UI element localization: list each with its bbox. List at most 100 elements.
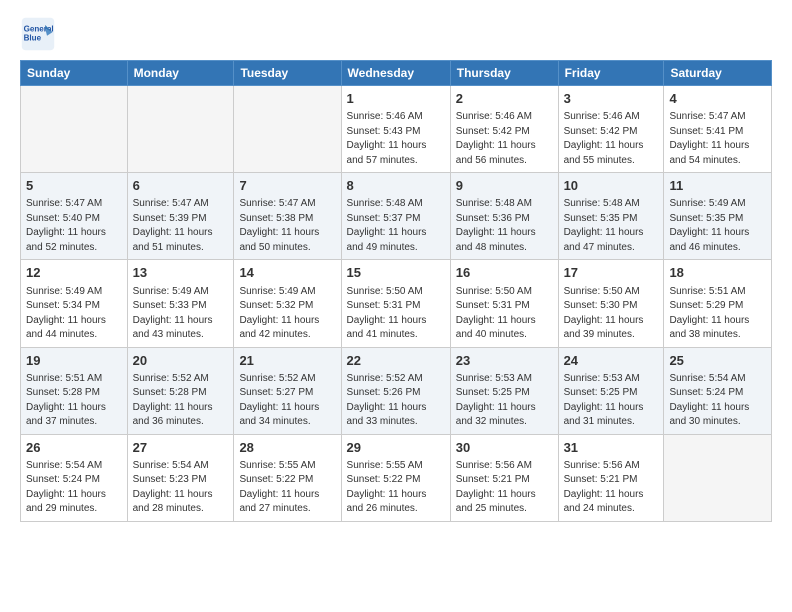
- calendar-week-5: 26 Sunrise: 5:54 AM Sunset: 5:24 PM Dayli…: [21, 434, 772, 521]
- day-info: Sunrise: 5:46 AM Sunset: 5:42 PM Dayligh…: [564, 110, 659, 168]
- day-info: Sunrise: 5:49 AM Sunset: 5:32 PM Dayligh…: [239, 285, 335, 343]
- calendar-cell: 24Sunrise: 5:53 AM Sunset: 5:25 PM Dayli…: [558, 347, 664, 434]
- day-number: 9: [456, 177, 553, 195]
- day-number: 22: [347, 352, 445, 370]
- calendar-cell: 6 Sunrise: 5:47 AM Sunset: 5:39 PM Daylig…: [127, 173, 234, 260]
- day-number: 4: [669, 90, 766, 108]
- calendar-cell: 16 Sunrise: 5:50 AM Sunset: 5:31 PM Dayli…: [450, 260, 558, 347]
- col-header-saturday: Saturday: [664, 61, 772, 86]
- day-number: 15: [347, 264, 445, 282]
- day-number: 3: [564, 90, 659, 108]
- calendar-cell: 8 Sunrise: 5:48 AM Sunset: 5:37 PM Daylig…: [341, 173, 450, 260]
- calendar-cell: 2 Sunrise: 5:46 AM Sunset: 5:42 PM Daylig…: [450, 86, 558, 173]
- calendar-cell: 3 Sunrise: 5:46 AM Sunset: 5:42 PM Daylig…: [558, 86, 664, 173]
- calendar-cell: 12Sunrise: 5:49 AM Sunset: 5:34 PM Dayli…: [21, 260, 128, 347]
- calendar-cell: 29 Sunrise: 5:55 AM Sunset: 5:22 PM Dayli…: [341, 434, 450, 521]
- calendar-cell: 27 Sunrise: 5:54 AM Sunset: 5:23 PM Dayli…: [127, 434, 234, 521]
- day-info: Sunrise: 5:47 AM Sunset: 5:40 PM Dayligh…: [26, 197, 122, 255]
- calendar-cell: 21 Sunrise: 5:52 AM Sunset: 5:27 PM Dayli…: [234, 347, 341, 434]
- calendar-container: General Blue SundayMondayTuesdayWednesda…: [0, 0, 792, 532]
- day-info: Sunrise: 5:53 AM Sunset: 5:25 PM Dayligh…: [456, 372, 553, 430]
- logo-icon: General Blue: [20, 16, 56, 52]
- day-info: Sunrise: 5:52 AM Sunset: 5:26 PM Dayligh…: [347, 372, 445, 430]
- day-info: Sunrise: 5:50 AM Sunset: 5:31 PM Dayligh…: [456, 285, 553, 343]
- day-number: 6: [133, 177, 229, 195]
- day-info: Sunrise: 5:51 AM Sunset: 5:28 PM Dayligh…: [26, 372, 122, 430]
- day-number: 2: [456, 90, 553, 108]
- day-number: 11: [669, 177, 766, 195]
- day-info: Sunrise: 5:52 AM Sunset: 5:28 PM Dayligh…: [133, 372, 229, 430]
- day-info: Sunrise: 5:47 AM Sunset: 5:39 PM Dayligh…: [133, 197, 229, 255]
- day-number: 30: [456, 439, 553, 457]
- calendar-cell: [21, 86, 128, 173]
- calendar-cell: 19 Sunrise: 5:51 AM Sunset: 5:28 PM Dayli…: [21, 347, 128, 434]
- day-number: 25: [669, 352, 766, 370]
- day-number: 27: [133, 439, 229, 457]
- calendar-table: SundayMondayTuesdayWednesdayThursdayFrid…: [20, 60, 772, 522]
- svg-text:Blue: Blue: [24, 33, 42, 42]
- calendar-cell: 15 Sunrise: 5:50 AM Sunset: 5:31 PM Dayli…: [341, 260, 450, 347]
- day-info: Sunrise: 5:48 AM Sunset: 5:35 PM Dayligh…: [564, 197, 659, 255]
- day-info: Sunrise: 5:47 AM Sunset: 5:41 PM Dayligh…: [669, 110, 766, 168]
- col-header-tuesday: Tuesday: [234, 61, 341, 86]
- calendar-cell: 13 Sunrise: 5:49 AM Sunset: 5:33 PM Dayli…: [127, 260, 234, 347]
- calendar-cell: 5Sunrise: 5:47 AM Sunset: 5:40 PM Daylig…: [21, 173, 128, 260]
- day-info: Sunrise: 5:49 AM Sunset: 5:33 PM Dayligh…: [133, 285, 229, 343]
- day-number: 21: [239, 352, 335, 370]
- calendar-week-4: 19 Sunrise: 5:51 AM Sunset: 5:28 PM Dayli…: [21, 347, 772, 434]
- col-header-thursday: Thursday: [450, 61, 558, 86]
- calendar-cell: 14 Sunrise: 5:49 AM Sunset: 5:32 PM Dayli…: [234, 260, 341, 347]
- day-number: 17: [564, 264, 659, 282]
- day-number: 23: [456, 352, 553, 370]
- calendar-cell: 10Sunrise: 5:48 AM Sunset: 5:35 PM Dayli…: [558, 173, 664, 260]
- day-info: Sunrise: 5:52 AM Sunset: 5:27 PM Dayligh…: [239, 372, 335, 430]
- day-number: 31: [564, 439, 659, 457]
- day-info: Sunrise: 5:49 AM Sunset: 5:34 PM Dayligh…: [26, 285, 122, 343]
- day-info: Sunrise: 5:46 AM Sunset: 5:42 PM Dayligh…: [456, 110, 553, 168]
- calendar-cell: [127, 86, 234, 173]
- calendar-cell: 26 Sunrise: 5:54 AM Sunset: 5:24 PM Dayli…: [21, 434, 128, 521]
- day-number: 14: [239, 264, 335, 282]
- day-number: 1: [347, 90, 445, 108]
- day-info: Sunrise: 5:47 AM Sunset: 5:38 PM Dayligh…: [239, 197, 335, 255]
- calendar-cell: [234, 86, 341, 173]
- calendar-cell: 31 Sunrise: 5:56 AM Sunset: 5:21 PM Dayli…: [558, 434, 664, 521]
- day-info: Sunrise: 5:50 AM Sunset: 5:30 PM Dayligh…: [564, 285, 659, 343]
- calendar-cell: 7 Sunrise: 5:47 AM Sunset: 5:38 PM Daylig…: [234, 173, 341, 260]
- calendar-cell: 22 Sunrise: 5:52 AM Sunset: 5:26 PM Dayli…: [341, 347, 450, 434]
- header-row: SundayMondayTuesdayWednesdayThursdayFrid…: [21, 61, 772, 86]
- col-header-friday: Friday: [558, 61, 664, 86]
- day-number: 19: [26, 352, 122, 370]
- calendar-cell: 11 Sunrise: 5:49 AM Sunset: 5:35 PM Dayli…: [664, 173, 772, 260]
- day-info: Sunrise: 5:55 AM Sunset: 5:22 PM Dayligh…: [239, 459, 335, 517]
- day-info: Sunrise: 5:54 AM Sunset: 5:23 PM Dayligh…: [133, 459, 229, 517]
- day-number: 28: [239, 439, 335, 457]
- calendar-week-3: 12Sunrise: 5:49 AM Sunset: 5:34 PM Dayli…: [21, 260, 772, 347]
- day-number: 7: [239, 177, 335, 195]
- calendar-cell: 20Sunrise: 5:52 AM Sunset: 5:28 PM Dayli…: [127, 347, 234, 434]
- day-info: Sunrise: 5:56 AM Sunset: 5:21 PM Dayligh…: [564, 459, 659, 517]
- day-info: Sunrise: 5:56 AM Sunset: 5:21 PM Dayligh…: [456, 459, 553, 517]
- day-number: 13: [133, 264, 229, 282]
- col-header-monday: Monday: [127, 61, 234, 86]
- day-number: 16: [456, 264, 553, 282]
- col-header-wednesday: Wednesday: [341, 61, 450, 86]
- logo: General Blue: [20, 16, 56, 52]
- header: General Blue: [20, 16, 772, 52]
- calendar-cell: 9 Sunrise: 5:48 AM Sunset: 5:36 PM Daylig…: [450, 173, 558, 260]
- day-info: Sunrise: 5:55 AM Sunset: 5:22 PM Dayligh…: [347, 459, 445, 517]
- day-info: Sunrise: 5:50 AM Sunset: 5:31 PM Dayligh…: [347, 285, 445, 343]
- day-number: 8: [347, 177, 445, 195]
- day-info: Sunrise: 5:48 AM Sunset: 5:37 PM Dayligh…: [347, 197, 445, 255]
- calendar-cell: 18Sunrise: 5:51 AM Sunset: 5:29 PM Dayli…: [664, 260, 772, 347]
- day-info: Sunrise: 5:54 AM Sunset: 5:24 PM Dayligh…: [26, 459, 122, 517]
- col-header-sunday: Sunday: [21, 61, 128, 86]
- calendar-cell: [664, 434, 772, 521]
- day-info: Sunrise: 5:48 AM Sunset: 5:36 PM Dayligh…: [456, 197, 553, 255]
- calendar-week-1: 1Sunrise: 5:46 AM Sunset: 5:43 PM Daylig…: [21, 86, 772, 173]
- calendar-cell: 23 Sunrise: 5:53 AM Sunset: 5:25 PM Dayli…: [450, 347, 558, 434]
- day-number: 26: [26, 439, 122, 457]
- day-number: 29: [347, 439, 445, 457]
- calendar-cell: 30 Sunrise: 5:56 AM Sunset: 5:21 PM Dayli…: [450, 434, 558, 521]
- day-info: Sunrise: 5:49 AM Sunset: 5:35 PM Dayligh…: [669, 197, 766, 255]
